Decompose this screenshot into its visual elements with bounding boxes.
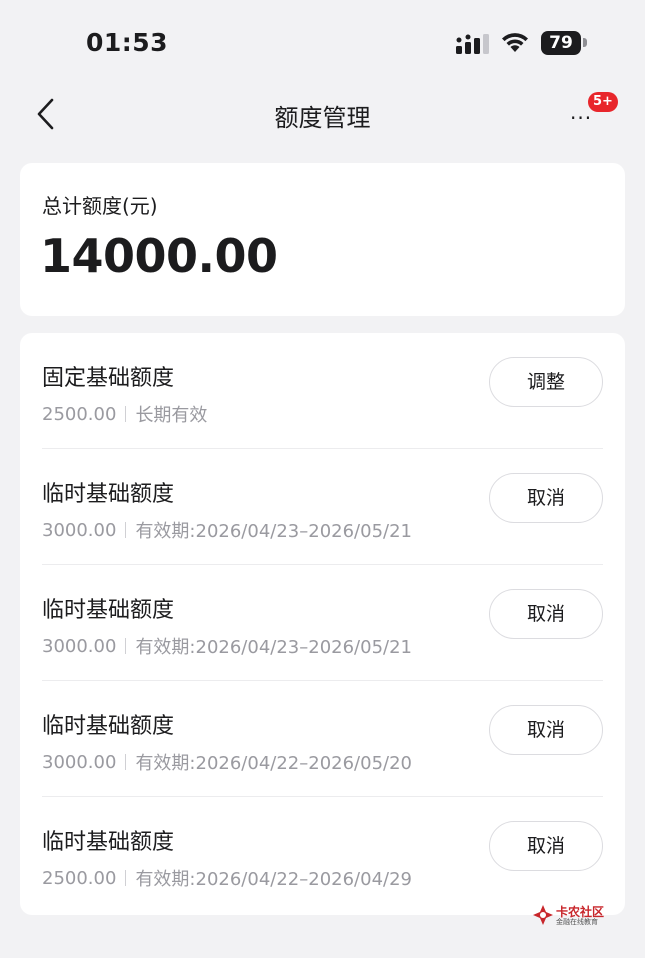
divider xyxy=(125,754,127,770)
list-item: 固定基础额度 2500.00 长期有效 调整 xyxy=(20,333,625,449)
cancel-button[interactable]: 取消 xyxy=(489,705,603,755)
notification-badge: 5+ xyxy=(588,92,618,112)
limit-amount: 2500.00 xyxy=(42,867,117,889)
limit-validity: 长期有效 xyxy=(135,405,208,426)
wifi-icon xyxy=(502,33,528,52)
limit-list: 固定基础额度 2500.00 长期有效 调整 临时基础额度 3000.00 有效… xyxy=(20,333,625,915)
limit-amount: 3000.00 xyxy=(42,751,117,773)
limit-title: 固定基础额度 xyxy=(42,366,175,391)
limit-detail: 3000.00 有效期:2026/04/23–2026/05/21 xyxy=(42,517,412,543)
more-dots-icon: ··· xyxy=(570,106,593,130)
kanong-logo-icon xyxy=(533,905,553,925)
limit-validity: 有效期:2026/04/22–2026/05/20 xyxy=(135,753,412,774)
limit-detail: 3000.00 有效期:2026/04/23–2026/05/21 xyxy=(42,633,412,659)
page-title: 额度管理 xyxy=(274,104,371,132)
limit-validity: 有效期:2026/04/22–2026/04/29 xyxy=(135,869,412,890)
chevron-left-icon xyxy=(37,98,54,130)
watermark: 卡农社区 金融在线教育 xyxy=(532,902,612,928)
divider xyxy=(125,406,127,422)
cancel-button[interactable]: 取消 xyxy=(489,821,603,871)
list-item: 临时基础额度 3000.00 有效期:2026/04/22–2026/05/20… xyxy=(20,681,625,797)
limit-detail: 2500.00 长期有效 xyxy=(42,401,207,427)
divider xyxy=(125,870,127,886)
limit-validity: 有效期:2026/04/23–2026/05/21 xyxy=(135,637,412,658)
battery-icon: 79 xyxy=(541,31,581,55)
list-item: 临时基础额度 3000.00 有效期:2026/04/23–2026/05/21… xyxy=(20,565,625,681)
limit-title: 临时基础额度 xyxy=(42,830,175,855)
more-button[interactable]: ··· 5+ xyxy=(566,92,618,130)
limit-title: 临时基础额度 xyxy=(42,714,175,739)
battery-level: 79 xyxy=(549,33,573,53)
limit-title: 临时基础额度 xyxy=(42,598,175,623)
cancel-button[interactable]: 取消 xyxy=(489,473,603,523)
limit-amount: 2500.00 xyxy=(42,403,117,425)
list-item: 临时基础额度 3000.00 有效期:2026/04/23–2026/05/21… xyxy=(20,449,625,565)
status-time: 01:53 xyxy=(86,28,169,57)
limit-amount: 3000.00 xyxy=(42,635,117,657)
status-bar: 01:53 79 xyxy=(0,0,645,86)
battery-tip xyxy=(583,38,587,47)
divider xyxy=(125,638,127,654)
cancel-button[interactable]: 取消 xyxy=(489,589,603,639)
limit-detail: 3000.00 有效期:2026/04/22–2026/05/20 xyxy=(42,749,412,775)
divider xyxy=(125,522,127,538)
list-item: 临时基础额度 2500.00 有效期:2026/04/22–2026/04/29… xyxy=(20,797,625,913)
limit-detail: 2500.00 有效期:2026/04/22–2026/04/29 xyxy=(42,865,412,891)
nav-bar: 额度管理 ··· 5+ xyxy=(0,86,645,146)
limit-amount: 3000.00 xyxy=(42,519,117,541)
watermark-subtitle: 金融在线教育 xyxy=(556,918,598,926)
total-limit-amount: 14000.00 xyxy=(40,229,278,283)
total-limit-label: 总计额度(元) xyxy=(42,194,158,218)
cellular-signal-icon xyxy=(456,34,489,54)
back-button[interactable] xyxy=(30,96,64,132)
adjust-button[interactable]: 调整 xyxy=(489,357,603,407)
limit-validity: 有效期:2026/04/23–2026/05/21 xyxy=(135,521,412,542)
limit-title: 临时基础额度 xyxy=(42,482,175,507)
total-limit-card: 总计额度(元) 14000.00 xyxy=(20,163,625,316)
